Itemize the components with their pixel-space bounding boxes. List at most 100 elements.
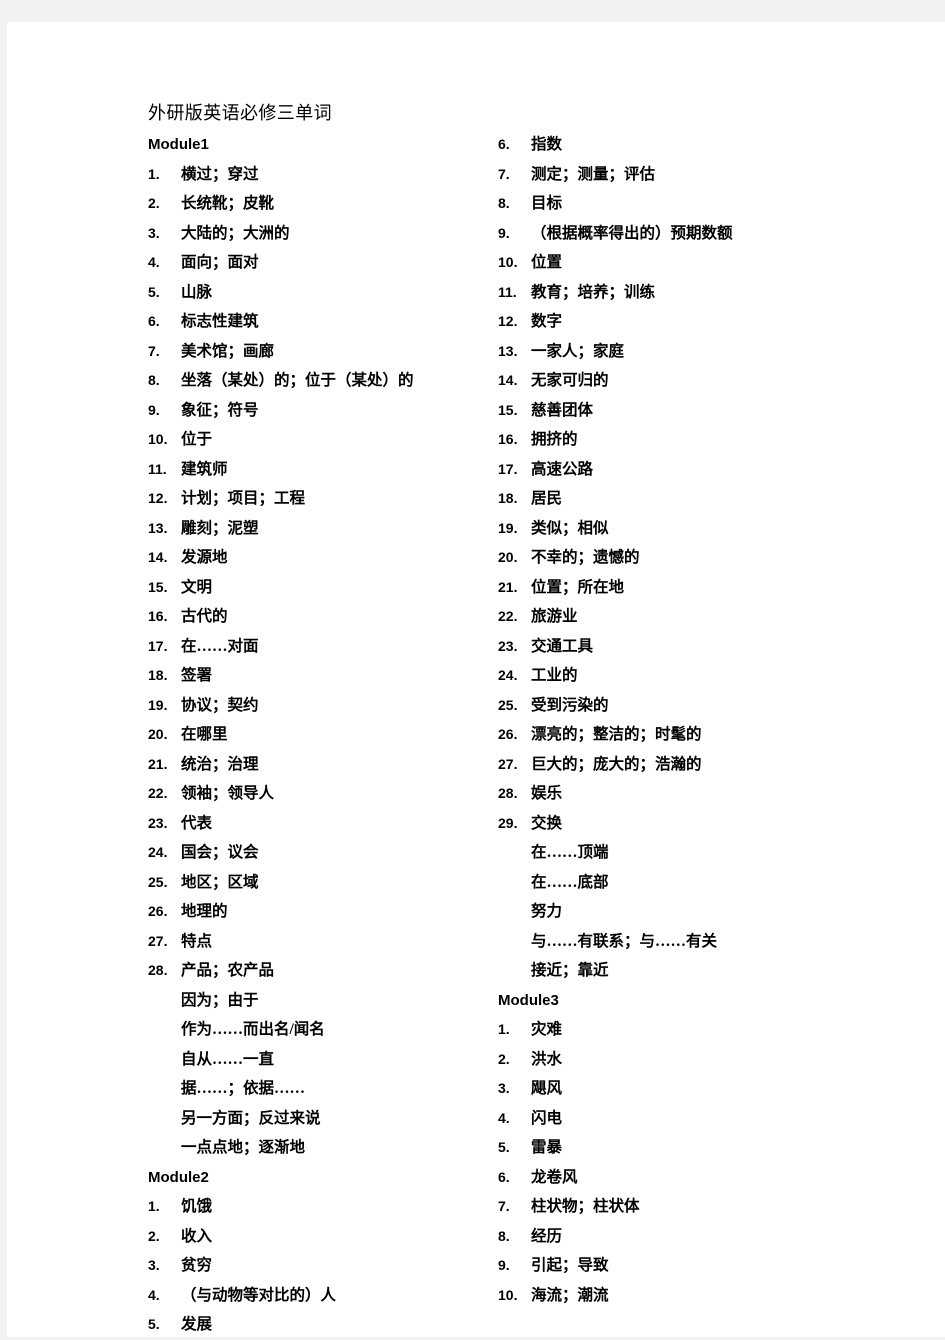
item-number: 19. (148, 696, 168, 713)
item-text: 位于 (181, 431, 213, 448)
item-text: 慈善团体 (531, 401, 594, 419)
item-text: 娱乐 (531, 785, 563, 802)
item-number: 9. (498, 224, 510, 241)
item-number: 9. (148, 401, 160, 418)
item-number: 9. (498, 1257, 510, 1273)
item-number: 11. (148, 460, 167, 477)
vocab-list-item: 10. 位于 (148, 425, 498, 455)
item-text: 引起；导致 (531, 1257, 609, 1274)
vocab-list-item: 23. 交通工具 (498, 632, 908, 662)
vocab-list-item: 3. 飓风 (498, 1074, 908, 1104)
vocab-list-item: 26. 地理的 (148, 897, 498, 927)
item-text: 交通工具 (531, 637, 594, 655)
item-text: 面向；面对 (181, 254, 259, 271)
vocab-phrase-item: 一点点地；逐渐地 (148, 1133, 498, 1163)
item-text: 收入 (181, 1227, 213, 1245)
module-heading: Module3 (498, 991, 559, 1009)
vocab-phrase-item: 努力 (498, 897, 908, 927)
item-text: 地区；区域 (181, 873, 259, 891)
item-text: 统治；治理 (181, 755, 259, 773)
item-number: 25. (498, 696, 518, 713)
vocab-list-item: 11. 教育；培养；训练 (498, 278, 908, 308)
item-text: 龙卷风 (531, 1168, 578, 1186)
item-text: 测定；测量；评估 (531, 165, 656, 183)
item-text: 闪电 (531, 1109, 563, 1127)
item-number: 4. (148, 1286, 160, 1303)
item-text: 签署 (181, 667, 213, 684)
item-number: 4. (498, 1109, 510, 1126)
vocab-list-item: 21. 统治；治理 (148, 750, 498, 780)
item-text: 象征；符号 (181, 401, 259, 419)
vocab-list-item: 1. 饥饿 (148, 1192, 498, 1222)
vocab-list-item: 18. 签署 (148, 661, 498, 691)
vocab-list-item: 5. 山脉 (148, 278, 498, 308)
vocab-list-item: 6. 标志性建筑 (148, 307, 498, 337)
vocab-list-item: 7. 测定；测量；评估 (498, 160, 908, 190)
item-text: （与动物等对比的）人 (181, 1286, 337, 1304)
vocab-phrase-item: 与……有联系；与……有关 (498, 927, 908, 957)
item-number: 22. (498, 608, 518, 624)
item-number: 10. (498, 254, 518, 270)
item-text: 目标 (531, 195, 563, 212)
vocab-list-item: 24. 工业的 (498, 661, 908, 691)
vocab-list-item: 4. （与动物等对比的）人 (148, 1281, 498, 1311)
item-text: 高速公路 (531, 460, 594, 478)
vocab-list-item: 3. 贫穷 (148, 1251, 498, 1281)
item-number: 14. (148, 549, 168, 565)
item-text: 柱状物；柱状体 (531, 1198, 640, 1215)
item-number: 8. (498, 1227, 510, 1244)
vocab-list-item: 15. 文明 (148, 573, 498, 603)
item-number: 19. (498, 519, 518, 536)
vocab-list-item: 19. 类似；相似 (498, 514, 908, 544)
vocab-phrase-item: 自从……一直 (148, 1045, 498, 1075)
left-column: Module1 1. 横过；穿过 2. 长统靴；皮靴 3. 大陆的；大洲的 4. 面向；面对 5.… (148, 130, 498, 1340)
item-number: 7. (148, 342, 160, 359)
item-text: 位置；所在地 (531, 578, 625, 596)
vocab-list-item: 9. 象征；符号 (148, 396, 498, 426)
vocab-list-item: 2. 收入 (148, 1222, 498, 1252)
item-text: 不幸的；遗憾的 (531, 549, 640, 566)
item-number: 15. (148, 578, 168, 595)
vocab-list-item: 17. 在……对面 (148, 632, 498, 662)
right-column: 6. 指数 7. 测定；测量；评估 8. 目标 9. （根据概率得出的）预期数额 10. 位置 11… (498, 130, 908, 1310)
item-text: 雷暴 (531, 1139, 563, 1156)
item-number: 18. (148, 667, 168, 683)
vocab-list-item: 29. 交换 (498, 809, 908, 839)
vocab-list-item: 18. 居民 (498, 484, 908, 514)
item-number: 7. (498, 1198, 510, 1214)
item-text: 文明 (181, 578, 213, 596)
item-text: 贫穷 (181, 1257, 213, 1274)
vocab-list-item: 27. 特点 (148, 927, 498, 957)
vocab-list-item: 6. 龙卷风 (498, 1163, 908, 1193)
vocab-list-item: 26. 漂亮的；整洁的；时髦的 (498, 720, 908, 750)
item-text: 受到污染的 (531, 696, 609, 714)
item-number: 3. (498, 1080, 510, 1096)
vocab-list-item: 2. 长统靴；皮靴 (148, 189, 498, 219)
item-text: 工业的 (531, 667, 578, 684)
item-number: 27. (148, 932, 168, 949)
item-text: 交换 (531, 814, 563, 832)
item-number: 20. (498, 549, 518, 565)
module-heading: Module1 (148, 136, 209, 153)
vocab-list-item: 27. 巨大的；庞大的；浩瀚的 (498, 750, 908, 780)
vocab-list-item: 5. 发展 (148, 1310, 498, 1340)
vocab-list-item: 2. 洪水 (498, 1045, 908, 1075)
item-text: 古代的 (181, 608, 228, 625)
item-text: 国会；议会 (181, 844, 259, 861)
item-text: 在……对面 (181, 637, 259, 655)
item-text: 灾难 (531, 1021, 563, 1038)
item-number: 25. (148, 873, 168, 890)
item-text: 饥饿 (181, 1198, 213, 1215)
item-text: 一点点地；逐渐地 (181, 1139, 306, 1156)
vocab-list-item: 14. 发源地 (148, 543, 498, 573)
item-number: 2. (148, 195, 160, 211)
item-text: 洪水 (531, 1050, 563, 1068)
item-text: 代表 (181, 814, 213, 832)
item-text: 类似；相似 (531, 519, 609, 537)
item-number: 1. (498, 1021, 510, 1037)
item-number: 2. (148, 1227, 160, 1244)
page-title: 外研版英语必修三单词 (148, 103, 332, 123)
vocab-list-item: 4. 面向；面对 (148, 248, 498, 278)
item-text: 旅游业 (531, 608, 578, 625)
vocab-list-item: 5. 雷暴 (498, 1133, 908, 1163)
